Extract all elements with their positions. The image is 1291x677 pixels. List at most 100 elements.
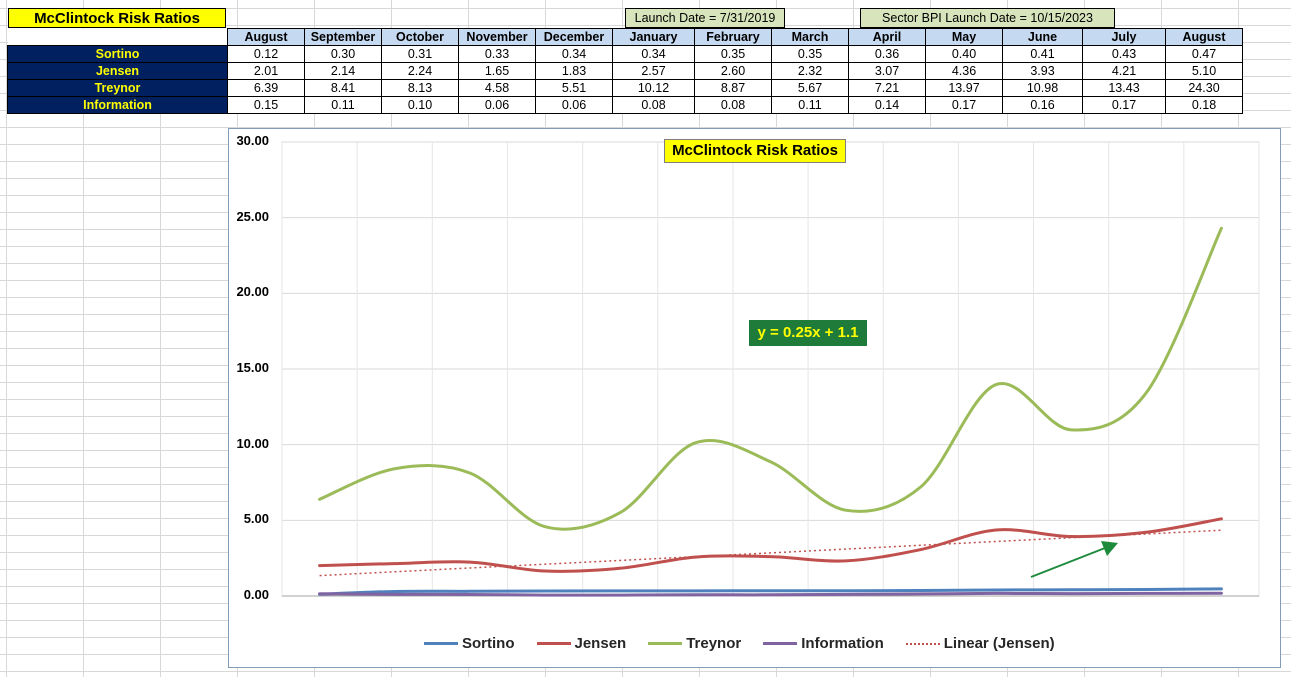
- month-header-cell[interactable]: April: [848, 28, 926, 46]
- chart-legend[interactable]: Sortino Jensen Treynor Information Linear (J…: [424, 635, 1077, 652]
- risk-ratio-table: August September October November December Ja…: [7, 28, 1243, 114]
- row-label-cell[interactable]: Treynor: [7, 79, 228, 97]
- value-cell[interactable]: 5.51: [535, 79, 613, 97]
- value-cell[interactable]: 0.15: [227, 96, 305, 114]
- value-cell[interactable]: 5.10: [1165, 62, 1243, 80]
- month-header-cell[interactable]: March: [771, 28, 849, 46]
- jensen-series-line: [318, 517, 1223, 573]
- value-cell[interactable]: 0.12: [227, 45, 305, 63]
- launch-date-cell[interactable]: Launch Date = 7/31/2019: [625, 8, 785, 28]
- value-cell[interactable]: 7.21: [848, 79, 926, 97]
- value-cell[interactable]: 0.41: [1002, 45, 1083, 63]
- legend-item[interactable]: Jensen: [536, 635, 626, 652]
- month-header-cell[interactable]: December: [535, 28, 613, 46]
- value-cell[interactable]: 13.97: [925, 79, 1003, 97]
- treynor-series-line: [318, 226, 1223, 531]
- line-swatch-icon: [648, 642, 683, 645]
- value-cell[interactable]: 0.30: [304, 45, 382, 63]
- chart-area[interactable]: McClintock Risk Ratios y = 0.25x + 1.1 0…: [228, 128, 1281, 668]
- month-header-cell[interactable]: July: [1082, 28, 1166, 46]
- value-cell[interactable]: 0.18: [1165, 96, 1243, 114]
- value-cell[interactable]: 4.58: [458, 79, 536, 97]
- y-tick-label: 0.00: [243, 587, 269, 602]
- value-cell[interactable]: 0.35: [694, 45, 772, 63]
- y-tick-label: 10.00: [236, 435, 269, 451]
- value-cell[interactable]: 2.57: [612, 62, 695, 80]
- value-cell[interactable]: 0.11: [304, 96, 382, 114]
- value-cell[interactable]: 3.07: [848, 62, 926, 80]
- month-header-cell[interactable]: January: [612, 28, 695, 46]
- value-cell[interactable]: 3.93: [1002, 62, 1083, 80]
- value-cell[interactable]: 13.43: [1082, 79, 1166, 97]
- month-header-cell[interactable]: September: [304, 28, 382, 46]
- y-tick-label: 30.00: [236, 133, 269, 148]
- legend-item[interactable]: Linear (Jensen): [905, 635, 1055, 652]
- value-cell[interactable]: 0.14: [848, 96, 926, 114]
- value-cell[interactable]: 24.30: [1165, 79, 1243, 97]
- value-cell[interactable]: 8.41: [304, 79, 382, 97]
- value-cell[interactable]: 0.34: [612, 45, 695, 63]
- value-cell[interactable]: 4.21: [1082, 62, 1166, 80]
- sector-launch-date-cell[interactable]: Sector BPI Launch Date = 10/15/2023: [860, 8, 1115, 28]
- value-cell[interactable]: 0.17: [1082, 96, 1166, 114]
- month-header-cell[interactable]: May: [925, 28, 1003, 46]
- trend-arrow-shaft: [1030, 547, 1106, 578]
- information-series-line: [318, 591, 1223, 597]
- value-cell[interactable]: 10.12: [612, 79, 695, 97]
- value-cell[interactable]: 2.24: [381, 62, 459, 80]
- value-cell[interactable]: 0.33: [458, 45, 536, 63]
- y-tick-label: 15.00: [236, 360, 269, 375]
- trendline-equation-label[interactable]: y = 0.25x + 1.1: [749, 320, 867, 346]
- value-cell[interactable]: 0.16: [1002, 96, 1083, 114]
- month-header-cell[interactable]: November: [458, 28, 536, 46]
- value-cell[interactable]: 0.08: [694, 96, 772, 114]
- value-cell[interactable]: 0.17: [925, 96, 1003, 114]
- row-label-cell[interactable]: Sortino: [7, 45, 228, 63]
- value-cell[interactable]: 0.34: [535, 45, 613, 63]
- value-cell[interactable]: 0.10: [381, 96, 459, 114]
- month-header-cell[interactable]: February: [694, 28, 772, 46]
- row-label-cell[interactable]: Jensen: [7, 62, 228, 80]
- value-cell[interactable]: 1.83: [535, 62, 613, 80]
- table-row: Jensen 2.01 2.14 2.24 1.65 1.83 2.57 2.60 2.32 3.…: [7, 62, 1243, 80]
- line-swatch-icon: [536, 642, 571, 645]
- value-cell[interactable]: 0.06: [458, 96, 536, 114]
- y-tick-label: 25.00: [236, 208, 269, 224]
- legend-item[interactable]: Treynor: [648, 635, 741, 652]
- month-header-cell[interactable]: August: [227, 28, 305, 46]
- month-header-cell[interactable]: August: [1165, 28, 1243, 46]
- value-cell[interactable]: 0.06: [535, 96, 613, 114]
- value-cell[interactable]: 10.98: [1002, 79, 1083, 97]
- value-cell[interactable]: 0.36: [848, 45, 926, 63]
- month-header-row: August September October November December Ja…: [7, 28, 1243, 46]
- value-cell[interactable]: 6.39: [227, 79, 305, 97]
- dotted-line-swatch-icon: [905, 642, 940, 645]
- month-header-cell[interactable]: June: [1002, 28, 1083, 46]
- value-cell[interactable]: 1.65: [458, 62, 536, 80]
- value-cell[interactable]: 0.11: [771, 96, 849, 114]
- value-cell[interactable]: 0.47: [1165, 45, 1243, 63]
- row-label-cell[interactable]: Information: [7, 96, 228, 114]
- value-cell[interactable]: 5.67: [771, 79, 849, 97]
- value-cell[interactable]: 2.14: [304, 62, 382, 80]
- value-cell[interactable]: 8.87: [694, 79, 772, 97]
- legend-item[interactable]: Sortino: [424, 635, 515, 652]
- legend-label: Information: [801, 635, 884, 652]
- value-cell[interactable]: 0.43: [1082, 45, 1166, 63]
- sheet-title-cell[interactable]: McClintock Risk Ratios: [8, 8, 226, 28]
- value-cell[interactable]: 8.13: [381, 79, 459, 97]
- header-blank-cell[interactable]: [7, 28, 228, 46]
- month-header-cell[interactable]: October: [381, 28, 459, 46]
- y-tick-label: 5.00: [243, 511, 269, 527]
- value-cell[interactable]: 2.01: [227, 62, 305, 80]
- value-cell[interactable]: 0.31: [381, 45, 459, 63]
- value-cell[interactable]: 0.08: [612, 96, 695, 114]
- value-cell[interactable]: 0.40: [925, 45, 1003, 63]
- chart-title[interactable]: McClintock Risk Ratios: [664, 139, 846, 163]
- value-cell[interactable]: 4.36: [925, 62, 1003, 80]
- line-chart: [281, 141, 1260, 597]
- value-cell[interactable]: 2.60: [694, 62, 772, 80]
- legend-item[interactable]: Information: [763, 635, 884, 652]
- value-cell[interactable]: 0.35: [771, 45, 849, 63]
- value-cell[interactable]: 2.32: [771, 62, 849, 80]
